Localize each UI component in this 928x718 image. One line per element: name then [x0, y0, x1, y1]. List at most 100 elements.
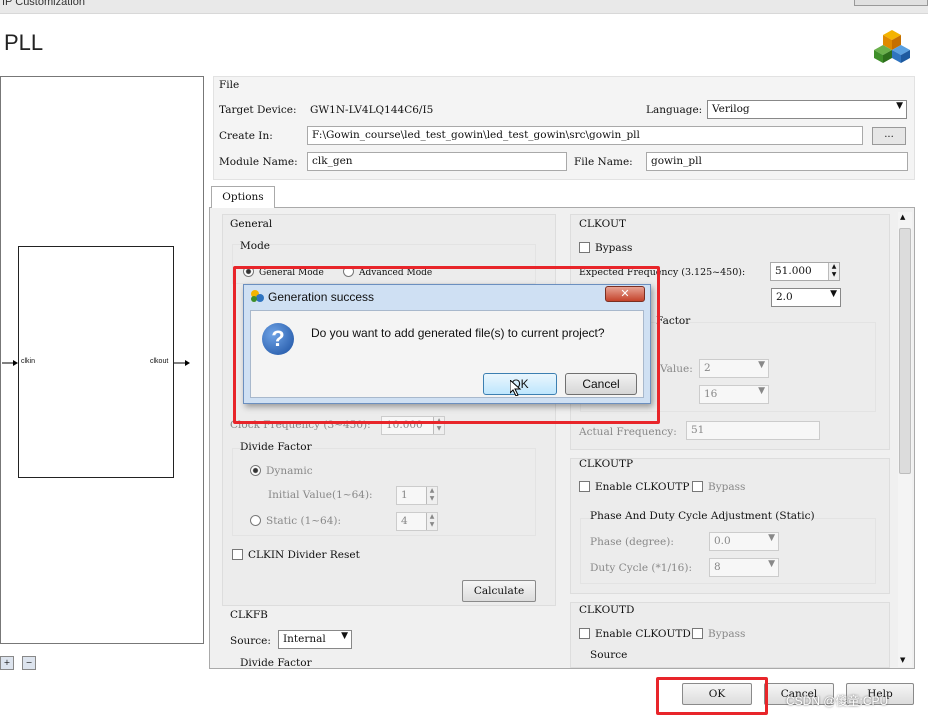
chevron-down-icon: ▼	[758, 360, 765, 370]
initial-value-label: Initial Value(1~64):	[268, 489, 373, 501]
clkfb-source-select[interactable]: Internal ▼	[278, 630, 352, 649]
language-value: Verilog	[712, 103, 750, 115]
radio-icon	[250, 515, 261, 526]
language-select[interactable]: Verilog ▼	[707, 100, 907, 119]
static-label: Static (1~64):	[266, 515, 342, 527]
duty-cycle-value: 8	[714, 561, 721, 573]
window-title-bar: IP Customization	[0, 0, 928, 14]
file-name-label: File Name:	[574, 156, 633, 168]
dialog-highlight-box	[233, 266, 660, 424]
checkbox-icon	[692, 628, 703, 639]
clkoutp-title: CLKOUTP	[579, 458, 634, 470]
phase-duty-label: Phase And Duty Cycle Adjustment (Static)	[590, 510, 815, 522]
target-device-label: Target Device:	[219, 104, 297, 116]
zoom-out-icon[interactable]: −	[22, 656, 36, 670]
actual-frequency-label: Actual Frequency:	[579, 426, 677, 438]
watermark: CSDN @傻童:CPU	[786, 694, 889, 708]
module-name-field[interactable]: clk_gen	[307, 152, 567, 171]
divide-factor-label: Divide Factor	[240, 441, 312, 453]
clkout-second-select[interactable]: 16 ▼	[699, 385, 769, 404]
scroll-down-icon[interactable]: ▼	[900, 656, 905, 664]
enable-clkoutd-checkbox[interactable]: Enable CLKOUTD	[579, 628, 691, 640]
general-title: General	[230, 218, 273, 230]
chevron-down-icon: ▼	[758, 386, 765, 396]
target-device-value: GW1N-LV4LQ144C6/I5	[310, 104, 434, 116]
checkbox-icon	[579, 242, 590, 253]
browse-button[interactable]: ...	[872, 127, 906, 145]
phase-select[interactable]: 0.0 ▼	[709, 532, 779, 551]
clkoutd-bypass-checkbox[interactable]: Bypass	[692, 628, 745, 640]
clkoutp-bypass-label: Bypass	[708, 481, 746, 493]
clkin-divider-reset-checkbox[interactable]: CLKIN Divider Reset	[232, 549, 360, 561]
window-title: IP Customization	[2, 0, 85, 8]
clkout-value-select[interactable]: 2 ▼	[699, 359, 769, 378]
chevron-down-icon: ▼	[896, 101, 903, 111]
create-in-field[interactable]: F:\Gowin_course\led_test_gowin\led_test_…	[307, 126, 863, 145]
enable-clkoutd-label: Enable CLKOUTD	[595, 628, 691, 640]
scrollbar-thumb[interactable]	[899, 228, 911, 474]
clkoutd-bypass-label: Bypass	[708, 628, 746, 640]
clkout-bypass-label: Bypass	[595, 242, 633, 254]
dynamic-radio[interactable]: Dynamic	[250, 465, 313, 477]
clkin-divider-reset-label: CLKIN Divider Reset	[248, 549, 360, 561]
tolerance-value: 2.0	[776, 291, 793, 303]
clkoutd-title: CLKOUTD	[579, 604, 635, 616]
clkin-arrow-icon	[2, 358, 18, 366]
static-value: 4	[401, 515, 408, 527]
clkoutd-source-label: Source	[590, 649, 628, 661]
ok-highlight-box	[656, 677, 768, 715]
checkbox-icon	[579, 481, 590, 492]
clkout-value-label: Value:	[660, 363, 693, 375]
calculate-button[interactable]: Calculate	[462, 580, 536, 602]
checkbox-icon	[232, 549, 243, 560]
duty-cycle-label: Duty Cycle (*1/16):	[590, 562, 692, 574]
radio-icon	[250, 465, 261, 476]
port-clkin: clkin	[21, 358, 36, 365]
clkfb-source-label: Source:	[230, 635, 271, 647]
zoom-in-icon[interactable]: +	[0, 656, 14, 670]
dynamic-label: Dynamic	[266, 465, 313, 477]
file-section-label: File	[219, 79, 240, 91]
file-name-field[interactable]: gowin_pll	[646, 152, 908, 171]
spinner-icon[interactable]: ▲ ▼	[828, 263, 839, 280]
ip-cubes-icon	[874, 28, 910, 64]
checkbox-icon	[692, 481, 703, 492]
initial-value-field[interactable]: 1 ▲ ▼	[396, 486, 438, 505]
enable-clkoutp-label: Enable CLKOUTP	[595, 481, 690, 493]
tab-options[interactable]: Options	[211, 186, 275, 208]
clkout-arrow-icon	[174, 358, 190, 366]
clkfb-source-value: Internal	[283, 633, 326, 645]
phase-label: Phase (degree):	[590, 536, 674, 548]
clkout-value: 2	[704, 362, 711, 374]
duty-cycle-select[interactable]: 8 ▼	[709, 558, 779, 577]
chevron-down-icon: ▼	[768, 533, 775, 543]
spinner-icon[interactable]: ▲ ▼	[426, 487, 437, 504]
scroll-up-icon[interactable]: ▲	[900, 213, 905, 221]
clkout-divide-label: Factor	[656, 315, 691, 327]
clkout-second-value: 16	[704, 388, 718, 400]
phase-value: 0.0	[714, 535, 731, 547]
expected-frequency-value: 51.000	[775, 265, 812, 277]
clkoutp-bypass-checkbox[interactable]: Bypass	[692, 481, 745, 493]
page-title: PLL	[4, 30, 44, 55]
module-name-label: Module Name:	[219, 156, 298, 168]
static-radio[interactable]: Static (1~64):	[250, 515, 341, 527]
clkout-bypass-checkbox[interactable]: Bypass	[579, 242, 632, 254]
create-in-label: Create In:	[219, 130, 273, 142]
spinner-icon[interactable]: ▲ ▼	[426, 513, 437, 530]
chevron-down-icon: ▼	[341, 631, 348, 641]
chevron-down-icon: ▼	[768, 559, 775, 569]
clkout-title: CLKOUT	[579, 218, 627, 230]
mode-label: Mode	[240, 240, 271, 252]
chevron-down-icon: ▼	[830, 289, 837, 299]
enable-clkoutp-checkbox[interactable]: Enable CLKOUTP	[579, 481, 689, 493]
window-controls[interactable]	[854, 0, 928, 6]
language-label: Language:	[646, 104, 703, 116]
static-value-field[interactable]: 4 ▲ ▼	[396, 512, 438, 531]
tolerance-select[interactable]: 2.0 ▼	[771, 288, 841, 307]
expected-frequency-field[interactable]: 51.000 ▲ ▼	[770, 262, 840, 281]
clkfb-divide-factor-label: Divide Factor	[240, 657, 312, 669]
checkbox-icon	[579, 628, 590, 639]
clkfb-title: CLKFB	[230, 609, 268, 621]
initial-value: 1	[401, 489, 408, 501]
